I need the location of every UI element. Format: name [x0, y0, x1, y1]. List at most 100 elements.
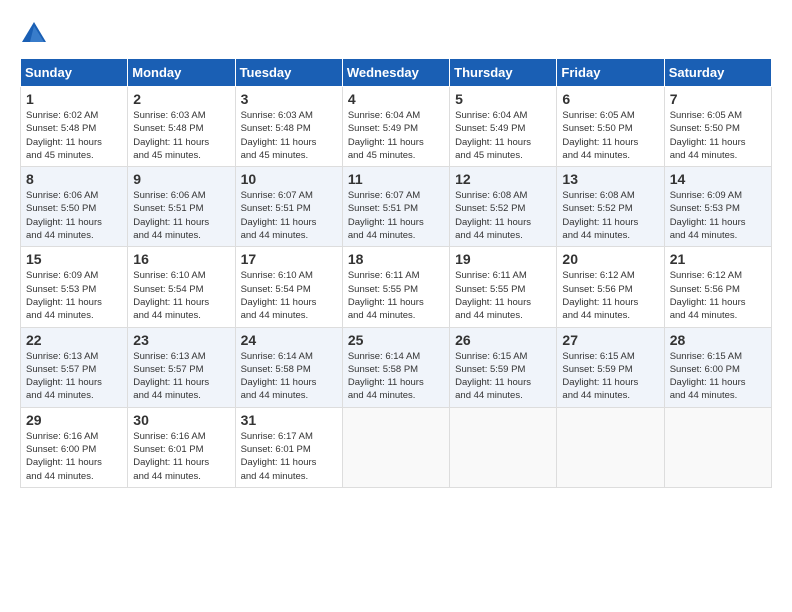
day-number: 4 — [348, 91, 444, 107]
calendar-cell: 4 Sunrise: 6:04 AMSunset: 5:49 PMDaylight… — [342, 87, 449, 167]
day-info: Sunrise: 6:11 AMSunset: 5:55 PMDaylight:… — [348, 269, 444, 322]
page-header — [20, 20, 772, 48]
day-number: 12 — [455, 171, 551, 187]
calendar-cell: 14Sunrise: 6:09 AMSunset: 5:53 PMDayligh… — [664, 167, 771, 247]
day-number: 25 — [348, 332, 444, 348]
calendar-cell: 7 Sunrise: 6:05 AMSunset: 5:50 PMDaylight… — [664, 87, 771, 167]
day-info: Sunrise: 6:15 AMSunset: 6:00 PMDaylight:… — [670, 350, 766, 403]
day-info: Sunrise: 6:10 AMSunset: 5:54 PMDaylight:… — [241, 269, 337, 322]
day-number: 19 — [455, 251, 551, 267]
column-header-wednesday: Wednesday — [342, 59, 449, 87]
calendar-cell: 9Sunrise: 6:06 AMSunset: 5:51 PMDaylight… — [128, 167, 235, 247]
day-number: 29 — [26, 412, 122, 428]
calendar-cell — [450, 407, 557, 487]
day-number: 26 — [455, 332, 551, 348]
day-info: Sunrise: 6:17 AMSunset: 6:01 PMDaylight:… — [241, 430, 337, 483]
day-number: 5 — [455, 91, 551, 107]
calendar-cell: 3 Sunrise: 6:03 AMSunset: 5:48 PMDaylight… — [235, 87, 342, 167]
day-number: 31 — [241, 412, 337, 428]
day-info: Sunrise: 6:03 AMSunset: 5:48 PMDaylight:… — [241, 109, 337, 162]
day-info: Sunrise: 6:11 AMSunset: 5:55 PMDaylight:… — [455, 269, 551, 322]
day-info: Sunrise: 6:06 AMSunset: 5:50 PMDaylight:… — [26, 189, 122, 242]
day-info: Sunrise: 6:08 AMSunset: 5:52 PMDaylight:… — [455, 189, 551, 242]
day-info: Sunrise: 6:05 AMSunset: 5:50 PMDaylight:… — [670, 109, 766, 162]
column-header-sunday: Sunday — [21, 59, 128, 87]
day-number: 27 — [562, 332, 658, 348]
day-info: Sunrise: 6:14 AMSunset: 5:58 PMDaylight:… — [241, 350, 337, 403]
day-info: Sunrise: 6:16 AMSunset: 6:00 PMDaylight:… — [26, 430, 122, 483]
column-header-saturday: Saturday — [664, 59, 771, 87]
day-info: Sunrise: 6:08 AMSunset: 5:52 PMDaylight:… — [562, 189, 658, 242]
calendar-cell: 5 Sunrise: 6:04 AMSunset: 5:49 PMDaylight… — [450, 87, 557, 167]
calendar-cell: 21 Sunrise: 6:12 AMSunset: 5:56 PMDayligh… — [664, 247, 771, 327]
day-number: 6 — [562, 91, 658, 107]
calendar-cell: 27 Sunrise: 6:15 AMSunset: 5:59 PMDayligh… — [557, 327, 664, 407]
column-header-friday: Friday — [557, 59, 664, 87]
day-info: Sunrise: 6:10 AMSunset: 5:54 PMDaylight:… — [133, 269, 229, 322]
day-number: 20 — [562, 251, 658, 267]
day-info: Sunrise: 6:07 AMSunset: 5:51 PMDaylight:… — [348, 189, 444, 242]
calendar-cell: 18 Sunrise: 6:11 AMSunset: 5:55 PMDayligh… — [342, 247, 449, 327]
day-info: Sunrise: 6:12 AMSunset: 5:56 PMDaylight:… — [670, 269, 766, 322]
day-info: Sunrise: 6:09 AMSunset: 5:53 PMDaylight:… — [26, 269, 122, 322]
calendar-cell: 24 Sunrise: 6:14 AMSunset: 5:58 PMDayligh… — [235, 327, 342, 407]
day-info: Sunrise: 6:02 AMSunset: 5:48 PMDaylight:… — [26, 109, 122, 162]
calendar-cell: 30 Sunrise: 6:16 AMSunset: 6:01 PMDayligh… — [128, 407, 235, 487]
calendar-cell: 15 Sunrise: 6:09 AMSunset: 5:53 PMDayligh… — [21, 247, 128, 327]
day-number: 10 — [241, 171, 337, 187]
logo-icon — [20, 20, 48, 48]
day-number: 17 — [241, 251, 337, 267]
day-number: 22 — [26, 332, 122, 348]
calendar-cell — [557, 407, 664, 487]
day-info: Sunrise: 6:13 AMSunset: 5:57 PMDaylight:… — [133, 350, 229, 403]
calendar-cell: 28Sunrise: 6:15 AMSunset: 6:00 PMDayligh… — [664, 327, 771, 407]
day-number: 13 — [562, 171, 658, 187]
day-number: 11 — [348, 171, 444, 187]
calendar-week-row: 1 Sunrise: 6:02 AMSunset: 5:48 PMDaylight… — [21, 87, 772, 167]
calendar-cell: 6 Sunrise: 6:05 AMSunset: 5:50 PMDaylight… — [557, 87, 664, 167]
calendar-cell: 12 Sunrise: 6:08 AMSunset: 5:52 PMDayligh… — [450, 167, 557, 247]
day-number: 30 — [133, 412, 229, 428]
day-info: Sunrise: 6:09 AMSunset: 5:53 PMDaylight:… — [670, 189, 766, 242]
day-number: 21 — [670, 251, 766, 267]
day-info: Sunrise: 6:07 AMSunset: 5:51 PMDaylight:… — [241, 189, 337, 242]
calendar-cell: 16 Sunrise: 6:10 AMSunset: 5:54 PMDayligh… — [128, 247, 235, 327]
calendar-cell: 25 Sunrise: 6:14 AMSunset: 5:58 PMDayligh… — [342, 327, 449, 407]
calendar-cell: 22 Sunrise: 6:13 AMSunset: 5:57 PMDayligh… — [21, 327, 128, 407]
calendar-cell — [664, 407, 771, 487]
day-info: Sunrise: 6:15 AMSunset: 5:59 PMDaylight:… — [562, 350, 658, 403]
day-number: 18 — [348, 251, 444, 267]
calendar-cell: 1 Sunrise: 6:02 AMSunset: 5:48 PMDaylight… — [21, 87, 128, 167]
calendar-cell: 23 Sunrise: 6:13 AMSunset: 5:57 PMDayligh… — [128, 327, 235, 407]
day-info: Sunrise: 6:14 AMSunset: 5:58 PMDaylight:… — [348, 350, 444, 403]
calendar-cell: 31 Sunrise: 6:17 AMSunset: 6:01 PMDayligh… — [235, 407, 342, 487]
day-number: 1 — [26, 91, 122, 107]
calendar-table: SundayMondayTuesdayWednesdayThursdayFrid… — [20, 58, 772, 488]
day-number: 16 — [133, 251, 229, 267]
calendar-cell: 10 Sunrise: 6:07 AMSunset: 5:51 PMDayligh… — [235, 167, 342, 247]
day-number: 3 — [241, 91, 337, 107]
calendar-week-row: 15 Sunrise: 6:09 AMSunset: 5:53 PMDayligh… — [21, 247, 772, 327]
calendar-cell: 19 Sunrise: 6:11 AMSunset: 5:55 PMDayligh… — [450, 247, 557, 327]
day-info: Sunrise: 6:04 AMSunset: 5:49 PMDaylight:… — [348, 109, 444, 162]
day-info: Sunrise: 6:03 AMSunset: 5:48 PMDaylight:… — [133, 109, 229, 162]
day-number: 2 — [133, 91, 229, 107]
day-number: 15 — [26, 251, 122, 267]
day-info: Sunrise: 6:05 AMSunset: 5:50 PMDaylight:… — [562, 109, 658, 162]
day-number: 23 — [133, 332, 229, 348]
day-info: Sunrise: 6:16 AMSunset: 6:01 PMDaylight:… — [133, 430, 229, 483]
calendar-cell: 26Sunrise: 6:15 AMSunset: 5:59 PMDayligh… — [450, 327, 557, 407]
calendar-week-row: 8Sunrise: 6:06 AMSunset: 5:50 PMDaylight… — [21, 167, 772, 247]
logo — [20, 20, 52, 48]
day-info: Sunrise: 6:13 AMSunset: 5:57 PMDaylight:… — [26, 350, 122, 403]
calendar-cell — [342, 407, 449, 487]
day-number: 24 — [241, 332, 337, 348]
calendar-week-row: 22 Sunrise: 6:13 AMSunset: 5:57 PMDayligh… — [21, 327, 772, 407]
day-info: Sunrise: 6:04 AMSunset: 5:49 PMDaylight:… — [455, 109, 551, 162]
day-info: Sunrise: 6:06 AMSunset: 5:51 PMDaylight:… — [133, 189, 229, 242]
day-number: 7 — [670, 91, 766, 107]
calendar-cell: 11 Sunrise: 6:07 AMSunset: 5:51 PMDayligh… — [342, 167, 449, 247]
column-header-monday: Monday — [128, 59, 235, 87]
calendar-cell: 13 Sunrise: 6:08 AMSunset: 5:52 PMDayligh… — [557, 167, 664, 247]
calendar-cell: 2 Sunrise: 6:03 AMSunset: 5:48 PMDaylight… — [128, 87, 235, 167]
